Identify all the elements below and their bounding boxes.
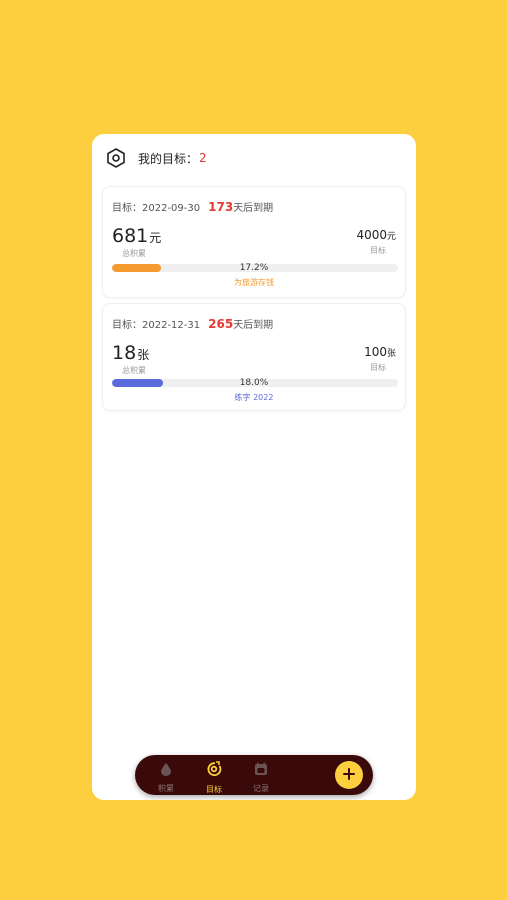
saved-amount-value: 681: [112, 225, 149, 247]
tab-accumulate[interactable]: 积累: [151, 761, 181, 794]
saved-amount-unit: 元: [149, 231, 162, 245]
progress-percent: 18.0%: [239, 378, 269, 388]
saved-label: 总积累: [122, 366, 146, 375]
saved-amount-value: 18: [112, 342, 137, 364]
tab-records[interactable]: 记录: [246, 761, 276, 794]
target-icon: [206, 761, 222, 781]
tab-label: 记录: [253, 784, 269, 793]
calendar-icon: [254, 761, 268, 780]
days-left: 173: [208, 200, 234, 214]
settings-icon[interactable]: [106, 148, 126, 168]
goal-name: 为旅游存钱: [234, 278, 274, 287]
goal-card[interactable]: 目标： 2022-09-30 173 天后到期 681元 总积累 4000元 目…: [102, 186, 406, 298]
days-left: 265: [208, 317, 234, 331]
goal-card[interactable]: 目标： 2022-12-31 265 天后到期 18张 总积累 100张 目标 …: [102, 303, 406, 411]
target-label: 目标: [370, 246, 386, 255]
target-amount-value: 100: [364, 345, 387, 359]
saved-amount-unit: 张: [137, 348, 150, 362]
days-suffix: 天后到期: [233, 320, 274, 331]
days-suffix: 天后到期: [233, 203, 274, 214]
saved-amount: 18张: [112, 342, 149, 364]
goal-deadline-row: 目标： 2022-09-30 173 天后到期: [112, 199, 273, 214]
page-title: 我的目标：: [138, 151, 199, 166]
goal-count: 2: [199, 151, 207, 165]
add-goal-button[interactable]: [335, 761, 363, 789]
progress-percent: 17.2%: [239, 263, 269, 273]
target-amount-unit: 张: [386, 349, 396, 359]
tab-label: 积累: [158, 784, 174, 793]
saved-amount: 681元: [112, 225, 161, 247]
app-screen: 我的目标： 2 目标： 2022-09-30 173 天后到期 681元 总积累…: [92, 134, 416, 800]
plus-icon: [342, 766, 356, 785]
target-amount-unit: 元: [386, 232, 396, 242]
target-date: 2022-09-30: [142, 203, 201, 214]
target-amount: 100张: [364, 345, 396, 359]
target-label: 目标: [370, 363, 386, 372]
target-date-label: 目标：: [112, 203, 142, 214]
tab-goals[interactable]: 目标: [199, 761, 229, 795]
target-amount-value: 4000: [356, 228, 387, 242]
header: 我的目标： 2: [106, 148, 207, 168]
goal-name: 练字 2022: [234, 393, 274, 402]
target-date-label: 目标：: [112, 320, 142, 331]
tab-bar: 积累 目标 记录: [135, 755, 373, 795]
target-amount: 4000元: [356, 228, 396, 242]
target-date: 2022-12-31: [142, 320, 201, 331]
saved-label: 总积累: [122, 249, 146, 258]
tab-label: 目标: [206, 785, 222, 794]
goal-deadline-row: 目标： 2022-12-31 265 天后到期: [112, 316, 273, 331]
drop-icon: [160, 761, 172, 780]
